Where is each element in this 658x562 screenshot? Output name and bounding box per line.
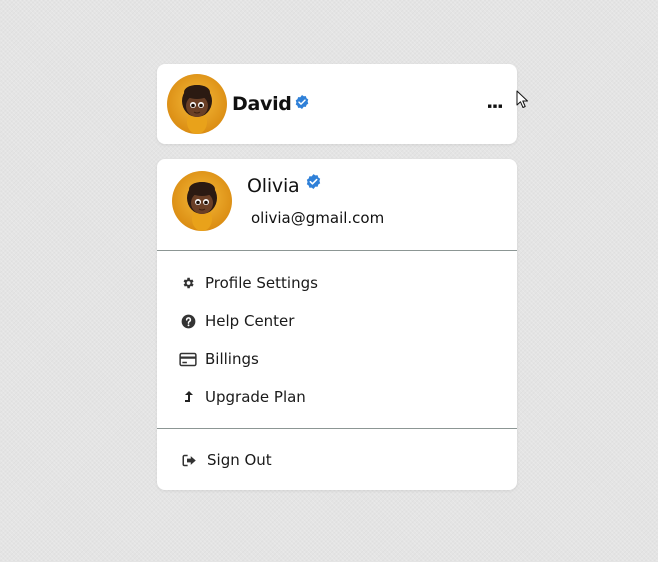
avatar — [172, 171, 232, 231]
gear-icon — [179, 274, 197, 292]
credit-card-icon — [179, 350, 197, 368]
more-options-icon[interactable] — [487, 97, 503, 109]
menu-item-label: Help Center — [205, 312, 295, 330]
profile-dropdown-menu: Olivia olivia@gmail.com Profile Settings — [157, 159, 517, 490]
menu-item-billings[interactable]: Billings — [179, 345, 259, 373]
avatar-image — [167, 74, 227, 134]
question-circle-icon — [179, 312, 197, 330]
menu-user-email: olivia@gmail.com — [251, 209, 385, 227]
menu-item-label: Billings — [205, 350, 259, 368]
menu-item-label: Profile Settings — [205, 274, 318, 292]
verified-badge-icon — [305, 173, 322, 194]
menu-item-label: Upgrade Plan — [205, 388, 306, 406]
sign-out-label: Sign Out — [207, 451, 272, 469]
menu-user-name: Olivia — [247, 175, 300, 197]
divider — [157, 250, 517, 251]
menu-item-profile-settings[interactable]: Profile Settings — [179, 269, 318, 297]
avatar-image — [172, 171, 232, 231]
arrow-up-icon — [179, 388, 197, 406]
profile-header-card[interactable]: David — [157, 64, 517, 144]
verified-badge-icon — [294, 94, 310, 114]
menu-item-help-center[interactable]: Help Center — [179, 307, 294, 335]
sign-out-button[interactable]: Sign Out — [180, 446, 272, 474]
avatar[interactable] — [167, 74, 227, 134]
mouse-cursor-icon — [516, 90, 530, 110]
sign-out-icon — [180, 451, 198, 469]
divider — [157, 428, 517, 429]
header-user-name: David — [232, 93, 292, 115]
menu-item-upgrade-plan[interactable]: Upgrade Plan — [179, 383, 306, 411]
